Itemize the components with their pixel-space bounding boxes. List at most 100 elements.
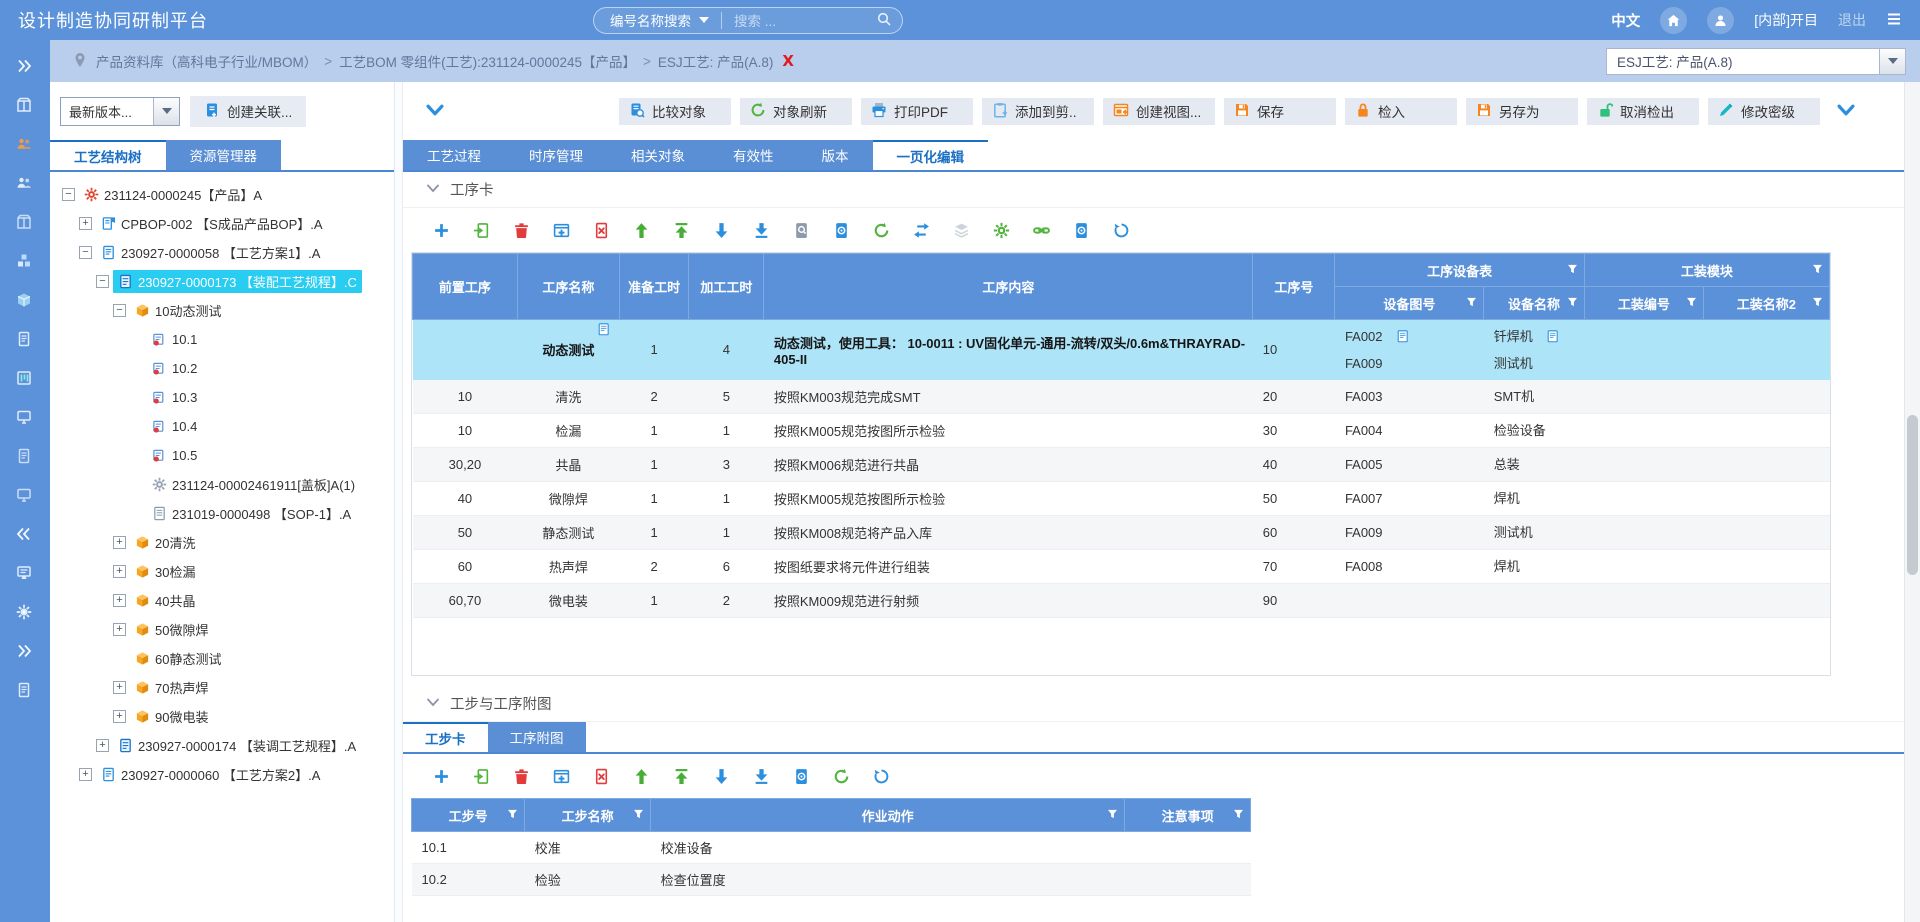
chevron-down-icon[interactable] bbox=[1879, 49, 1905, 74]
filter-icon[interactable] bbox=[633, 808, 644, 823]
tree-node[interactable]: −231124-0000245【产品】A bbox=[56, 180, 394, 209]
tree-node[interactable]: 10.5 bbox=[56, 441, 394, 470]
context-object-select[interactable]: ESJ工艺: 产品(A.8) bbox=[1606, 48, 1906, 75]
tree-node[interactable]: −10动态测试 bbox=[56, 296, 394, 325]
filter-icon[interactable] bbox=[1812, 263, 1823, 278]
expand-icon[interactable]: + bbox=[96, 739, 109, 752]
table-row[interactable]: 50静态测试11按照KM008规范将产品入库60FA009测试机 bbox=[413, 516, 1830, 550]
collapse-icon[interactable]: − bbox=[79, 246, 92, 259]
collapse-toolbar-icon[interactable] bbox=[425, 100, 447, 122]
version-select[interactable]: 最新版本... bbox=[60, 97, 180, 126]
tree-node-label[interactable]: 10.2 bbox=[147, 359, 202, 378]
search-input[interactable]: 搜索 ... bbox=[722, 10, 902, 30]
tree-node[interactable]: +230927-0000174 【装调工艺规程】.A bbox=[56, 731, 394, 760]
collapse-icon[interactable]: − bbox=[113, 304, 126, 317]
process-card-section-header[interactable]: 工序卡 bbox=[403, 172, 1904, 208]
delete-icon[interactable] bbox=[513, 768, 530, 785]
search-category-dropdown[interactable]: 编号名称搜索 bbox=[594, 10, 721, 30]
scrollbar-thumb[interactable] bbox=[1907, 415, 1918, 575]
tree-node[interactable]: 231019-0000498 【SOP-1】.A bbox=[56, 499, 394, 528]
swap-icon[interactable] bbox=[913, 222, 930, 239]
tree-node[interactable]: 10.4 bbox=[56, 412, 394, 441]
filter-icon[interactable] bbox=[1567, 263, 1578, 278]
gear-icon[interactable] bbox=[993, 222, 1010, 239]
tree-node[interactable]: 10.1 bbox=[56, 325, 394, 354]
tree-node-label[interactable]: 230927-0000174 【装调工艺规程】.A bbox=[113, 734, 361, 757]
tree-node-label[interactable]: 230927-0000173 【装配工艺规程】.C bbox=[113, 270, 362, 293]
tab-工序附图[interactable]: 工序附图 bbox=[488, 722, 586, 752]
language-toggle[interactable]: 中文 bbox=[1611, 10, 1640, 31]
home-icon[interactable] bbox=[1660, 7, 1687, 34]
window-add-icon[interactable] bbox=[553, 222, 570, 239]
user-avatar-icon[interactable] bbox=[1707, 7, 1734, 34]
monitor-icon[interactable] bbox=[16, 487, 34, 505]
toolbar-button[interactable]: 比较对象 bbox=[619, 98, 731, 125]
move-up-icon[interactable] bbox=[633, 768, 650, 785]
delete-icon[interactable] bbox=[513, 222, 530, 239]
add-icon[interactable] bbox=[433, 768, 450, 785]
display-icon[interactable] bbox=[16, 565, 34, 583]
expand-icon[interactable]: + bbox=[113, 594, 126, 607]
cube-icon[interactable] bbox=[16, 292, 34, 310]
tab-版本[interactable]: 版本 bbox=[798, 140, 873, 170]
doc-outline-icon[interactable] bbox=[16, 682, 34, 700]
window-add-icon[interactable] bbox=[553, 768, 570, 785]
tab-有效性[interactable]: 有效性 bbox=[709, 140, 798, 170]
refresh-icon[interactable] bbox=[873, 222, 890, 239]
tab-资源管理器[interactable]: 资源管理器 bbox=[166, 140, 282, 170]
toolbar-button[interactable]: 检入 bbox=[1345, 98, 1457, 125]
create-link-button[interactable]: 创建关联... bbox=[190, 96, 306, 127]
table-row[interactable]: 10.1校准校准设备 bbox=[412, 832, 1251, 864]
tree-node-label[interactable]: 231019-0000498 【SOP-1】.A bbox=[147, 502, 356, 525]
tree-node-label[interactable]: 10.3 bbox=[147, 388, 202, 407]
tree-node-label[interactable]: 50微隙焊 bbox=[130, 618, 213, 641]
filter-icon[interactable] bbox=[1107, 808, 1118, 823]
tree-node-label[interactable]: 10.1 bbox=[147, 330, 202, 349]
users-icon[interactable] bbox=[16, 175, 34, 193]
note-card-icon[interactable] bbox=[598, 323, 611, 339]
search-doc-icon[interactable] bbox=[793, 222, 810, 239]
tree-node[interactable]: +230927-0000060 【工艺方案2】.A bbox=[56, 760, 394, 789]
filter-icon[interactable] bbox=[1812, 296, 1823, 311]
tab-工步卡[interactable]: 工步卡 bbox=[403, 722, 488, 752]
tree-node-label[interactable]: 231124-0000245【产品】A bbox=[79, 183, 267, 206]
import-doc-icon[interactable] bbox=[473, 768, 490, 785]
table-row[interactable]: 10清洗25按照KM003规范完成SMT20FA003SMT机 bbox=[413, 380, 1830, 414]
tree-node-label[interactable]: 30检漏 bbox=[130, 560, 200, 583]
table-row[interactable]: 10检漏11按照KM005规范按图所示检验30FA004检验设备 bbox=[413, 414, 1830, 448]
more-toolbar-icon[interactable] bbox=[1836, 100, 1858, 122]
refresh-icon[interactable] bbox=[833, 768, 850, 785]
tree-node-label[interactable]: 70热声焊 bbox=[130, 676, 213, 699]
move-down-icon[interactable] bbox=[713, 222, 730, 239]
logout-button[interactable]: 退出 bbox=[1838, 10, 1866, 30]
tree-node-label[interactable]: 10动态测试 bbox=[130, 299, 226, 322]
doc-gear-icon[interactable] bbox=[833, 222, 850, 239]
table-row[interactable]: 动态测试14动态测试，使用工具： 10-0011 : UV固化单元-通用-流转/… bbox=[413, 320, 1830, 380]
table-row[interactable]: 60,70微电装12按照KM009规范进行射频90 bbox=[413, 584, 1830, 618]
remove-doc-icon[interactable] bbox=[593, 768, 610, 785]
filter-icon[interactable] bbox=[1466, 296, 1477, 311]
tab-工艺结构树[interactable]: 工艺结构树 bbox=[50, 140, 166, 170]
users-icon[interactable] bbox=[16, 136, 34, 154]
tree-node-label[interactable]: CPBOP-002 【S成品产品BOP】.A bbox=[96, 212, 328, 235]
filter-icon[interactable] bbox=[1567, 296, 1578, 311]
tree-node[interactable]: −230927-0000173 【装配工艺规程】.C bbox=[56, 267, 394, 296]
import-doc-icon[interactable] bbox=[473, 222, 490, 239]
sync-icon[interactable] bbox=[873, 768, 890, 785]
filter-icon[interactable] bbox=[507, 808, 518, 823]
toolbar-button[interactable]: 创建视图... bbox=[1103, 98, 1215, 125]
tree-node-label[interactable]: 10.5 bbox=[147, 446, 202, 465]
sync-icon[interactable] bbox=[1113, 222, 1130, 239]
filter-icon[interactable] bbox=[1233, 808, 1244, 823]
cubes-icon[interactable] bbox=[16, 253, 34, 271]
note-card-icon[interactable] bbox=[1397, 331, 1410, 346]
doc-gear-icon[interactable] bbox=[1073, 222, 1090, 239]
tree-node[interactable]: −230927-0000058 【工艺方案1】.A bbox=[56, 238, 394, 267]
tree-node[interactable]: +50微隙焊 bbox=[56, 615, 394, 644]
expand-icon[interactable]: + bbox=[113, 710, 126, 723]
layers-icon[interactable] bbox=[953, 222, 970, 239]
panel-splitter[interactable] bbox=[395, 82, 403, 922]
breadcrumb-segment[interactable]: ESJ工艺: 产品(A.8) bbox=[658, 51, 774, 71]
table-row[interactable]: 30,20共晶13按照KM006规范进行共晶40FA005总装 bbox=[413, 448, 1830, 482]
remove-doc-icon[interactable] bbox=[593, 222, 610, 239]
